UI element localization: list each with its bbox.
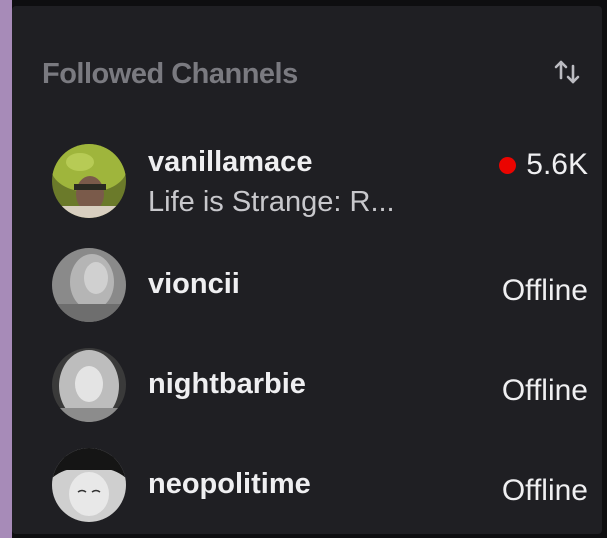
channel-name: neopolitime — [148, 468, 311, 500]
sort-arrows-icon — [554, 60, 580, 84]
avatar-vanillamace — [52, 144, 126, 218]
avatar-neopolitime — [52, 448, 126, 522]
followed-channels-panel: Followed Channels vanillamace Life is St… — [12, 6, 602, 534]
channel-status: Offline — [501, 274, 588, 307]
channel-item-nightbarbie[interactable]: nightbarbie Offline — [36, 344, 596, 434]
sort-button[interactable] — [547, 52, 587, 92]
channel-item-vioncii[interactable]: vioncii Offline — [36, 244, 596, 334]
channel-status: Offline — [501, 374, 588, 407]
viewer-count: 5.6K — [499, 148, 588, 182]
channel-status: Offline — [501, 474, 588, 507]
live-indicator-icon — [499, 156, 517, 174]
followed-channels-title: Followed Channels — [42, 58, 298, 90]
followed-header: Followed Channels — [42, 58, 587, 98]
side-accent-bar — [0, 0, 12, 538]
channel-name: vioncii — [148, 268, 240, 300]
avatar-nightbarbie — [52, 348, 126, 422]
channel-item-vanillamace[interactable]: vanillamace Life is Strange: R... 5.6K — [36, 134, 596, 224]
channel-name: vanillamace — [148, 146, 313, 178]
channel-name: nightbarbie — [148, 368, 306, 400]
avatar-vioncii — [52, 248, 126, 322]
channel-item-neopolitime[interactable]: neopolitime Offline — [36, 444, 596, 534]
app-frame: Followed Channels vanillamace Life is St… — [0, 0, 607, 538]
channel-game: Life is Strange: R... — [148, 186, 395, 218]
viewer-count-text: 5.6K — [526, 148, 588, 181]
